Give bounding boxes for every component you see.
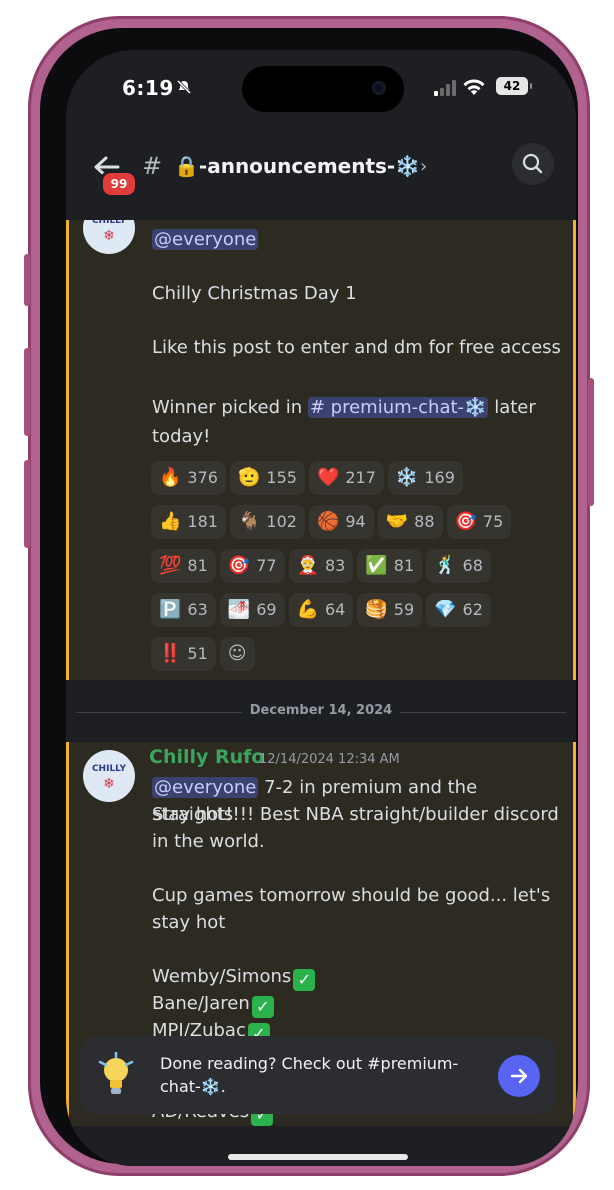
power-button xyxy=(588,378,594,506)
battery-indicator: 42 xyxy=(496,77,532,95)
reaction-chip[interactable]: ‼️ 51 xyxy=(151,637,216,671)
message-line: Winner picked in # premium-chat-❄️ later xyxy=(152,397,536,418)
status-bar: 6:19 42 xyxy=(66,50,576,128)
arrow-right-icon xyxy=(510,1068,528,1084)
reaction-chip[interactable]: 🤝 88 xyxy=(377,505,443,539)
channel-link[interactable]: # premium-chat-❄️ xyxy=(307,397,489,418)
pick-line: Bane/Jaren ✓ xyxy=(152,990,274,1018)
search-icon xyxy=(522,153,543,174)
reaction-chip[interactable]: 💪 64 xyxy=(288,593,354,627)
reaction-chip[interactable]: 🏀 94 xyxy=(308,505,374,539)
reaction-chip[interactable]: 🌁 69 xyxy=(219,593,285,627)
silent-bell-icon xyxy=(176,79,192,95)
done-reading-banner[interactable]: Done reading? Check out #premium-chat-❄️… xyxy=(80,1036,556,1114)
message-line: Like this post to enter and dm for free … xyxy=(152,337,561,358)
author-name[interactable]: Chilly Rufo xyxy=(149,746,264,768)
check-icon: ✓ xyxy=(293,969,316,991)
reaction-chip[interactable]: 🥞 59 xyxy=(357,593,423,627)
clock: 6:19 xyxy=(122,76,174,100)
date-divider: December 14, 2024 xyxy=(66,692,576,732)
message-timestamp: 12/14/2024 12:34 AM xyxy=(259,752,400,767)
pick-line: Wemby/Simons ✓ xyxy=(152,963,316,991)
message-feed[interactable]: CHILLY ❄ @everyone Chilly Christmas Day … xyxy=(66,220,576,1166)
add-reaction-button[interactable]: ☺ xyxy=(219,637,255,671)
reaction-chip[interactable]: ✅ 81 xyxy=(357,549,423,583)
dynamic-island xyxy=(242,66,404,112)
message-line: stay hot!!!! Best NBA straight/builder d… xyxy=(152,804,559,825)
reaction-chip[interactable]: ❤️ 217 xyxy=(308,461,384,495)
message-line: Chilly Christmas Day 1 xyxy=(152,283,357,304)
message-line: today! xyxy=(152,426,211,447)
message-line: stay hot xyxy=(152,912,226,933)
mention-everyone[interactable]: @everyone xyxy=(152,229,259,250)
snowflake-icon: ❄ xyxy=(103,228,115,244)
volume-up-button xyxy=(24,348,30,436)
home-indicator[interactable] xyxy=(228,1154,408,1160)
search-button[interactable] xyxy=(512,143,554,185)
go-to-channel-button[interactable] xyxy=(498,1055,540,1097)
add-reaction-icon: ☺ xyxy=(227,643,247,664)
reaction-chip[interactable]: 🫡 155 xyxy=(229,461,305,495)
avatar[interactable]: CHILLY ❄ xyxy=(83,750,135,802)
reaction-chip[interactable]: 🎯 77 xyxy=(219,549,285,583)
lightbulb-icon xyxy=(98,1052,134,1094)
channel-title[interactable]: 🔒-announcements-❄️ xyxy=(174,154,420,178)
reaction-chip[interactable]: ❄️ 169 xyxy=(387,461,463,495)
channel-header: 99 # 🔒-announcements-❄️ › xyxy=(66,128,576,220)
message-text: @everyone xyxy=(152,226,259,253)
snowflake-icon: ❄ xyxy=(103,776,115,792)
bottom-bar xyxy=(66,1126,576,1166)
reaction-list: 🔥 376 🫡 155 ❤️ 217 ❄️ 169 👍 181 🐐 102 🏀 94 🤝 88 🎯 75 💯 81… xyxy=(151,461,571,681)
reaction-chip[interactable]: 🔥 376 xyxy=(151,461,226,495)
unread-badge: 99 xyxy=(100,170,138,198)
message-line: in the world. xyxy=(152,831,265,852)
reaction-chip[interactable]: 🤶 83 xyxy=(288,549,354,583)
hash-icon: # xyxy=(142,152,163,180)
message-announcement[interactable]: CHILLY ❄ @everyone Chilly Christmas Day … xyxy=(66,220,576,680)
signal-icon xyxy=(434,80,456,96)
mention-everyone[interactable]: @everyone xyxy=(152,777,259,798)
action-button xyxy=(24,254,30,306)
reaction-chip[interactable]: 🎯 75 xyxy=(446,505,512,539)
check-icon: ✓ xyxy=(251,996,274,1018)
wifi-icon xyxy=(463,79,485,95)
banner-text: Done reading? Check out #premium-chat-❄️… xyxy=(160,1054,459,1096)
reaction-chip[interactable]: 💎 62 xyxy=(426,593,491,627)
phone-frame: 6:19 42 99 # 🔒-announcements-❄️ › CHILLY… xyxy=(24,16,594,1176)
chevron-right-icon[interactable]: › xyxy=(420,156,427,177)
reaction-chip[interactable]: 🕺 68 xyxy=(426,549,491,583)
reaction-chip[interactable]: 👍 181 xyxy=(151,505,226,539)
bezel: 6:19 42 99 # 🔒-announcements-❄️ › CHILLY… xyxy=(40,28,578,1166)
reaction-chip[interactable]: 🐐 102 xyxy=(229,505,305,539)
reaction-chip[interactable]: 💯 81 xyxy=(151,549,216,583)
volume-down-button xyxy=(24,460,30,548)
avatar[interactable]: CHILLY ❄ xyxy=(83,220,135,254)
screen: 6:19 42 99 # 🔒-announcements-❄️ › CHILLY… xyxy=(66,50,576,1166)
message-line: Cup games tomorrow should be good... let… xyxy=(152,885,551,906)
reaction-chip[interactable]: 🅿️ 63 xyxy=(151,593,216,627)
camera-icon xyxy=(372,81,386,95)
